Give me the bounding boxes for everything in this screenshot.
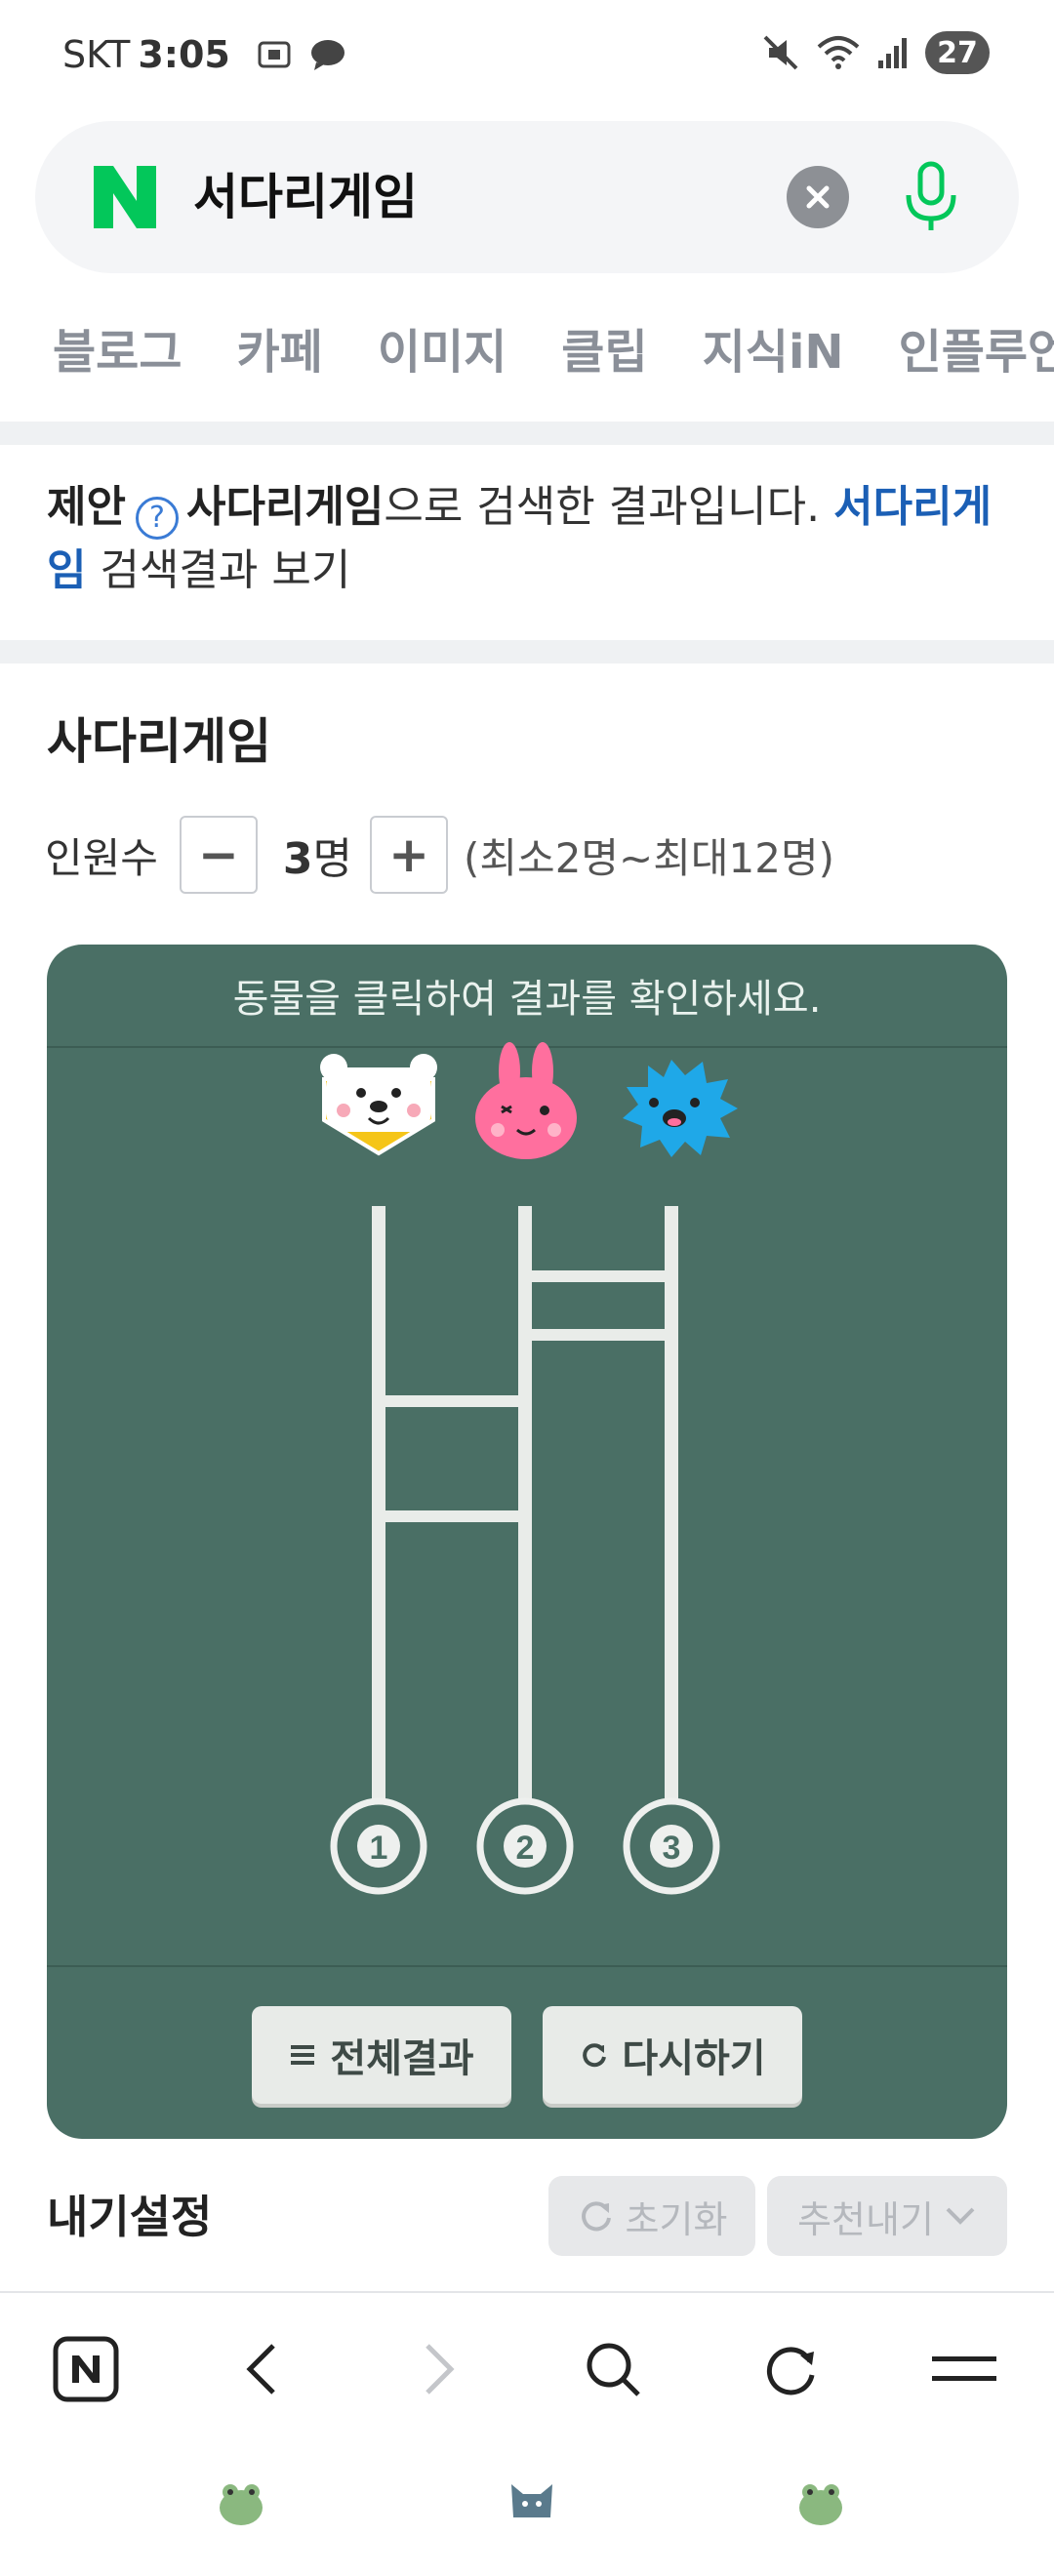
back-button[interactable]	[226, 2334, 297, 2404]
battery-indicator: 27	[925, 31, 990, 74]
increment-button[interactable]: +	[370, 816, 449, 894]
frog-sprite-icon	[799, 2484, 842, 2525]
tab-image[interactable]: 이미지	[378, 308, 507, 396]
reset-button[interactable]: 초기화	[548, 2176, 755, 2256]
reset-label: 초기화	[625, 2197, 728, 2241]
ladder-graphic: 1 2 3	[320, 1042, 738, 1895]
game-title: 사다리게임	[47, 713, 271, 770]
search-tabs: 블로그 카페 이미지 클립 지식iN 인플루언	[0, 308, 1054, 396]
status-left: SKT 3:05	[62, 33, 347, 76]
search-input[interactable]: 서다리게임	[193, 164, 418, 230]
retry-label: 다시하기	[622, 2036, 766, 2081]
search-button[interactable]	[578, 2334, 648, 2404]
help-icon[interactable]: ?	[135, 497, 179, 540]
clear-search-button[interactable]	[787, 166, 849, 228]
tab-clip[interactable]: 클립	[561, 308, 647, 396]
status-right: 27	[761, 31, 990, 74]
carrier-label: SKT	[62, 33, 131, 76]
rabbit-icon[interactable]	[475, 1042, 577, 1159]
search-bar[interactable]: 서다리게임	[35, 121, 1019, 273]
search-icon	[587, 2343, 640, 2396]
reload-icon	[766, 2347, 815, 2395]
tab-kin[interactable]: 지식iN	[703, 308, 844, 396]
retry-button[interactable]: 다시하기	[543, 2006, 802, 2104]
count-value: 3명	[283, 824, 352, 886]
suggestion-suffix: 검색결과 보기	[86, 545, 351, 595]
naver-logo-icon[interactable]	[92, 164, 158, 230]
board-divider	[47, 1965, 1007, 1967]
bear-icon[interactable]	[320, 1054, 437, 1156]
spelling-suggestion: 제안? 사다리게임으로 검색한 결과입니다. 서다리게임 검색결과 보기	[47, 476, 1013, 602]
count-range: (최소2명~최대12명)	[464, 833, 834, 882]
suggested-term: 사다리게임	[185, 482, 385, 532]
menu-button[interactable]	[929, 2334, 999, 2404]
ladder-rails	[372, 1206, 678, 1801]
signal-icon	[878, 38, 907, 68]
count-number: 3	[282, 834, 313, 884]
chevron-down-icon	[946, 2207, 975, 2225]
result-label-1[interactable]: 1	[370, 1830, 388, 1867]
list-icon	[291, 2045, 315, 2065]
tab-blog[interactable]: 블로그	[53, 308, 182, 396]
result-label-3[interactable]: 3	[663, 1830, 681, 1867]
section-divider	[0, 422, 1054, 445]
full-result-label: 전체결과	[330, 2036, 474, 2081]
recommend-dropdown[interactable]: 추천내기	[767, 2176, 1007, 2256]
result-label-2[interactable]: 2	[516, 1830, 535, 1867]
refresh-icon	[581, 2201, 611, 2232]
screenshot-icon	[258, 41, 291, 68]
player-count-row: 인원수 − 3명 + (최소2명~최대12명)	[45, 816, 834, 894]
tab-cafe[interactable]: 카페	[236, 308, 322, 396]
hamburger-menu-icon	[932, 2356, 996, 2381]
refresh-icon	[583, 2043, 607, 2068]
section-divider	[0, 640, 1054, 664]
ladder-board: 동물을 클릭하여 결과를 확인하세요. 1 2 3 전체결과 다시하기	[47, 945, 1007, 2139]
reload-button[interactable]	[755, 2334, 826, 2404]
naver-home-button[interactable]	[51, 2334, 121, 2404]
suggestion-middle: 으로 검색한 결과입니다.	[384, 482, 821, 532]
chevron-left-icon	[246, 2344, 275, 2395]
browser-bottom-nav	[0, 2291, 1054, 2437]
status-bar: SKT 3:05 27	[0, 0, 1054, 115]
microphone-icon	[906, 161, 956, 230]
hedgehog-icon[interactable]	[623, 1060, 738, 1157]
decrement-button[interactable]: −	[179, 816, 258, 894]
forward-button[interactable]	[404, 2334, 474, 2404]
count-label: 인원수	[45, 833, 158, 882]
chevron-right-icon	[426, 2344, 455, 2395]
recommend-label: 추천내기	[797, 2197, 934, 2241]
count-unit: 명	[312, 834, 353, 884]
frog-sprite-icon	[220, 2484, 263, 2525]
cat-sprite-icon	[511, 2484, 552, 2517]
close-icon	[806, 185, 830, 209]
naver-n-icon	[53, 2336, 119, 2402]
bet-settings-title: 내기설정	[47, 2191, 213, 2243]
tab-influencer[interactable]: 인플루언	[899, 308, 1054, 396]
messenger-icon	[310, 40, 345, 70]
suggestion-prefix: 제안	[47, 482, 126, 532]
mute-icon	[763, 35, 798, 70]
voice-search-button[interactable]	[890, 156, 972, 238]
wifi-icon	[817, 36, 860, 69]
full-result-button[interactable]: 전체결과	[252, 2006, 511, 2104]
result-slots: 1 2 3	[330, 1797, 720, 1895]
clock: 3:05	[138, 33, 230, 76]
